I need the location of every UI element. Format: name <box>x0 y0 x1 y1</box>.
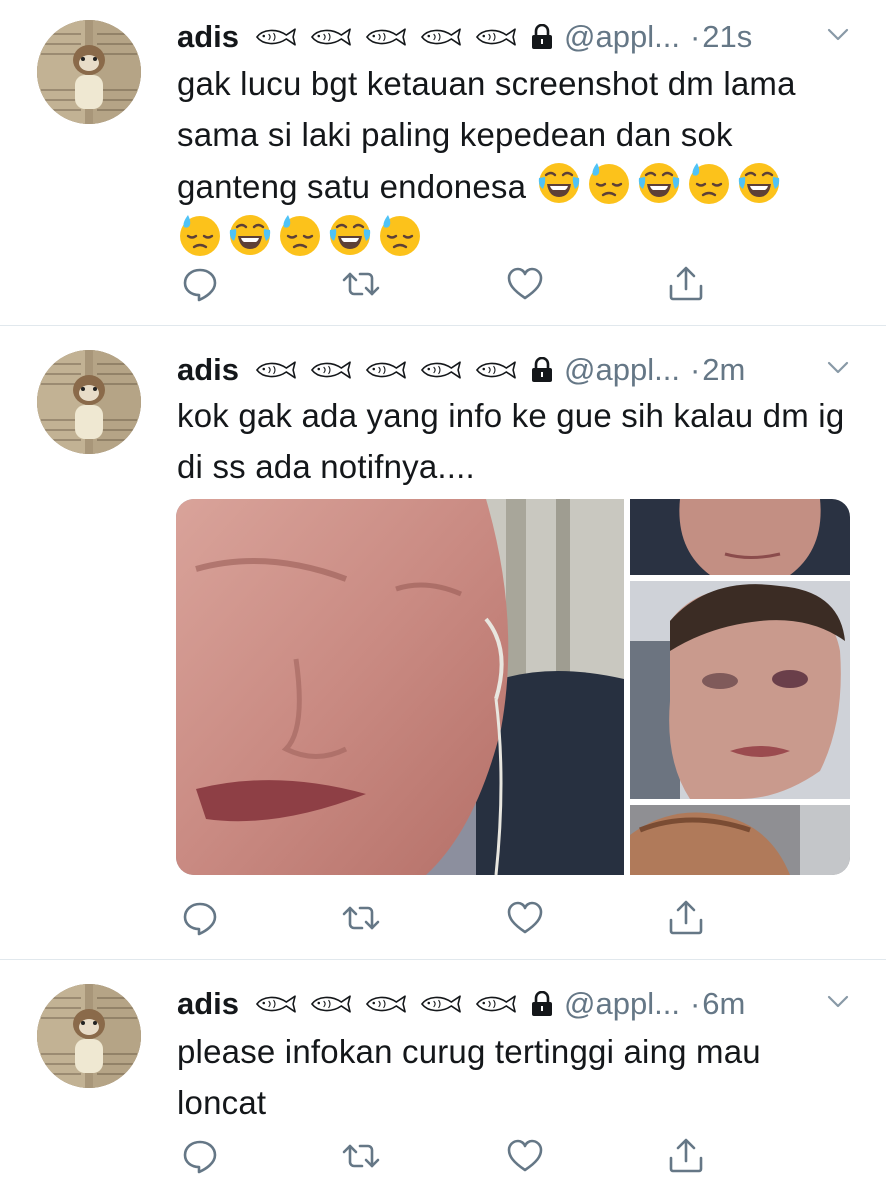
retweet-button[interactable] <box>341 898 381 938</box>
like-icon <box>505 898 545 938</box>
fish-icon <box>363 359 408 381</box>
joy-emoji <box>227 212 273 258</box>
like-icon <box>505 264 545 304</box>
tweet-text: kok gak ada yang info ke gue sih kalau d… <box>177 390 857 492</box>
tweet-actions <box>180 1136 720 1176</box>
downcast-sweat-emoji <box>277 212 323 258</box>
avatar[interactable] <box>37 350 141 454</box>
name-decorations <box>253 359 518 381</box>
fish-icon <box>363 26 408 48</box>
media-grid[interactable] <box>176 499 850 875</box>
fish-icon <box>308 26 353 48</box>
retweet-icon <box>341 1136 381 1176</box>
tweet-text-content: kok gak ada yang info ke gue sih kalau d… <box>177 397 845 485</box>
timestamp[interactable]: 6m <box>702 986 745 1022</box>
handle[interactable]: @appl... <box>564 19 680 55</box>
fish-icon <box>473 359 518 381</box>
avatar[interactable] <box>37 20 141 124</box>
name-decorations <box>253 26 518 48</box>
separator-dot: · <box>689 986 701 1021</box>
tweet[interactable]: adis @appl... · 21s gak lucu bgt ketauan… <box>0 0 886 326</box>
media-image[interactable] <box>630 499 850 575</box>
retweet-button[interactable] <box>341 264 381 304</box>
chevron-down-icon[interactable] <box>826 990 850 1014</box>
display-name[interactable]: adis <box>177 352 239 388</box>
separator-dot: · <box>689 352 701 387</box>
handle[interactable]: @appl... <box>564 352 680 388</box>
handle[interactable]: @appl... <box>564 986 680 1022</box>
avatar[interactable] <box>37 984 141 1088</box>
fish-icon <box>308 359 353 381</box>
lock-icon <box>530 991 554 1017</box>
media-image[interactable] <box>630 581 850 799</box>
downcast-sweat-emoji <box>177 212 223 258</box>
like-button[interactable] <box>505 1136 545 1176</box>
fish-icon <box>418 993 463 1015</box>
reply-icon <box>180 898 220 938</box>
fish-icon <box>473 993 518 1015</box>
joy-emoji <box>736 160 782 206</box>
fish-icon <box>253 359 298 381</box>
timestamp[interactable]: 21s <box>702 19 752 55</box>
lock-icon <box>530 357 554 383</box>
tweet[interactable]: adis @appl... · 6m please infokan curug … <box>0 960 886 1200</box>
joy-emoji <box>636 160 682 206</box>
share-button[interactable] <box>666 264 706 304</box>
tweet-header: adis @appl... · 2m <box>177 350 850 390</box>
tweet-text: gak lucu bgt ketauan screenshot dm lama … <box>177 58 857 264</box>
media-image[interactable] <box>630 805 850 875</box>
share-button[interactable] <box>666 1136 706 1176</box>
name-decorations <box>253 993 518 1015</box>
downcast-sweat-emoji <box>586 160 632 206</box>
share-icon <box>666 264 706 304</box>
downcast-sweat-emoji <box>377 212 423 258</box>
downcast-sweat-emoji <box>686 160 732 206</box>
fish-icon <box>308 993 353 1015</box>
like-button[interactable] <box>505 898 545 938</box>
fish-icon <box>253 26 298 48</box>
share-icon <box>666 898 706 938</box>
fish-icon <box>473 26 518 48</box>
retweet-icon <box>341 264 381 304</box>
tweet-text-content: please infokan curug tertinggi aing mau … <box>177 1033 761 1121</box>
media-image[interactable] <box>176 499 624 875</box>
joy-emoji <box>327 212 373 258</box>
reply-button[interactable] <box>180 1136 220 1176</box>
display-name[interactable]: adis <box>177 19 239 55</box>
tweet-header: adis @appl... · 21s <box>177 17 850 57</box>
lock-icon <box>530 24 554 50</box>
retweet-button[interactable] <box>341 1136 381 1176</box>
fish-icon <box>363 993 408 1015</box>
tweet-actions <box>180 898 720 938</box>
joy-emoji <box>536 160 582 206</box>
share-icon <box>666 1136 706 1176</box>
reply-icon <box>180 264 220 304</box>
reply-button[interactable] <box>180 898 220 938</box>
retweet-icon <box>341 898 381 938</box>
tweet-header: adis @appl... · 6m <box>177 984 850 1024</box>
reply-icon <box>180 1136 220 1176</box>
like-button[interactable] <box>505 264 545 304</box>
fish-icon <box>253 993 298 1015</box>
share-button[interactable] <box>666 898 706 938</box>
display-name[interactable]: adis <box>177 986 239 1022</box>
fish-icon <box>418 359 463 381</box>
chevron-down-icon[interactable] <box>826 356 850 380</box>
tweet-actions <box>180 264 720 304</box>
timestamp[interactable]: 2m <box>702 352 745 388</box>
reply-button[interactable] <box>180 264 220 304</box>
separator-dot: · <box>689 19 701 54</box>
tweet[interactable]: adis @appl... · 2m kok gak ada yang info… <box>0 326 886 960</box>
tweet-text: please infokan curug tertinggi aing mau … <box>177 1026 857 1128</box>
chevron-down-icon[interactable] <box>826 23 850 47</box>
like-icon <box>505 1136 545 1176</box>
fish-icon <box>418 26 463 48</box>
